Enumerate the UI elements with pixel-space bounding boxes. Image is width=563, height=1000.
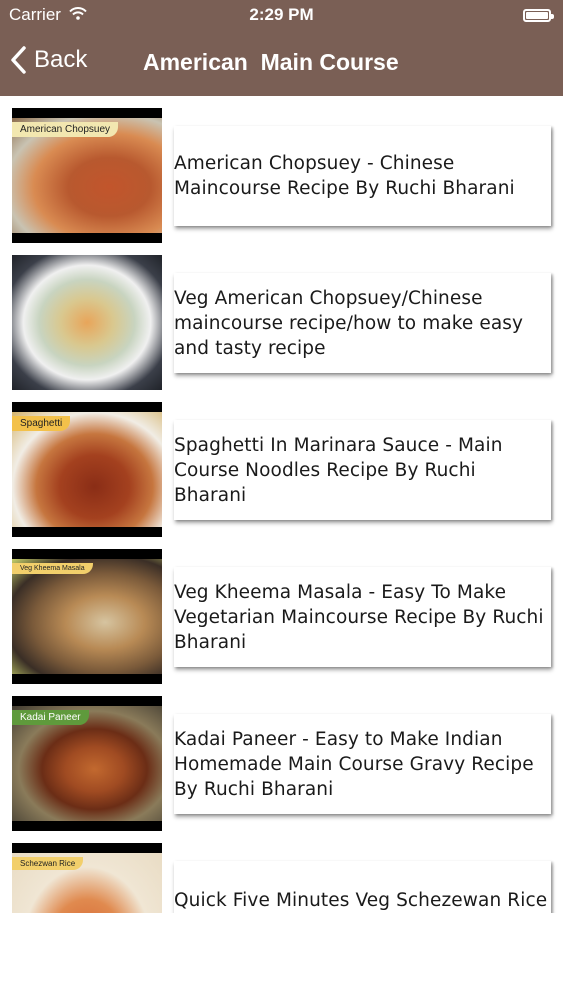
back-button[interactable]: Back bbox=[10, 46, 87, 74]
recipe-thumbnail: Schezwan Rice bbox=[12, 843, 162, 913]
status-bar: Carrier 2:29 PM bbox=[0, 0, 563, 32]
list-item[interactable]: Kadai Paneer Kadai Paneer - Easy to Make… bbox=[0, 684, 563, 831]
recipe-list[interactable]: American Chopsuey American Chopsuey - Ch… bbox=[0, 96, 563, 913]
thumbnail-caption: Kadai Paneer bbox=[12, 710, 89, 725]
recipe-thumbnail: Kadai Paneer bbox=[12, 696, 162, 831]
list-item[interactable]: American Chopsuey American Chopsuey - Ch… bbox=[0, 96, 563, 243]
chevron-left-icon bbox=[11, 46, 26, 74]
thumbnail-caption: Schezwan Rice bbox=[12, 857, 84, 870]
recipe-thumbnail: American Chopsuey bbox=[12, 108, 162, 243]
back-label: Back bbox=[34, 46, 88, 73]
recipe-title: Kadai Paneer - Easy to Make Indian Homem… bbox=[174, 728, 534, 800]
recipe-title: Veg Kheema Masala - Easy To Make Vegetar… bbox=[174, 581, 544, 653]
list-item[interactable]: Veg Kheema Masala Veg Kheema Masala - Ea… bbox=[0, 537, 563, 684]
thumbnail-caption: Spaghetti bbox=[12, 416, 71, 431]
recipe-title: Spaghetti In Marinara Sauce - Main Cours… bbox=[174, 434, 503, 506]
recipe-title-card[interactable]: Spaghetti In Marinara Sauce - Main Cours… bbox=[174, 420, 551, 520]
recipe-title-card[interactable]: Kadai Paneer - Easy to Make Indian Homem… bbox=[174, 714, 551, 814]
recipe-title-card[interactable]: Quick Five Minutes Veg Schezewan Rice Re… bbox=[174, 861, 551, 913]
battery-full-icon bbox=[523, 9, 554, 22]
top-bar: Carrier 2:29 PM Back American Main Cours… bbox=[0, 0, 563, 96]
thumbnail-caption: American Chopsuey bbox=[12, 122, 119, 137]
recipe-thumbnail bbox=[12, 255, 162, 390]
recipe-title: Quick Five Minutes Veg Schezewan Rice Re… bbox=[174, 890, 548, 911]
recipe-title: Veg American Chopsuey/Chinese maincourse… bbox=[174, 287, 524, 359]
navigation-bar: Back American Main Course bbox=[0, 32, 563, 96]
recipe-title: American Chopsuey - Chinese Maincourse R… bbox=[174, 153, 515, 199]
list-item[interactable]: Schezwan Rice Quick Five Minutes Veg Sch… bbox=[0, 831, 563, 913]
recipe-title-card[interactable]: American Chopsuey - Chinese Maincourse R… bbox=[174, 126, 551, 226]
recipe-thumbnail: Spaghetti bbox=[12, 402, 162, 537]
recipe-title-card[interactable]: Veg Kheema Masala - Easy To Make Vegetar… bbox=[174, 567, 551, 667]
recipe-thumbnail: Veg Kheema Masala bbox=[12, 549, 162, 684]
thumbnail-caption: Veg Kheema Masala bbox=[12, 563, 93, 574]
recipe-title-card[interactable]: Veg American Chopsuey/Chinese maincourse… bbox=[174, 273, 551, 373]
status-time: 2:29 PM bbox=[249, 5, 314, 24]
list-item[interactable]: Spaghetti Spaghetti In Marinara Sauce - … bbox=[0, 390, 563, 537]
page-title: American Main Course bbox=[143, 49, 399, 75]
bottom-area bbox=[0, 913, 563, 1000]
list-item[interactable]: Veg American Chopsuey/Chinese maincourse… bbox=[0, 243, 563, 390]
